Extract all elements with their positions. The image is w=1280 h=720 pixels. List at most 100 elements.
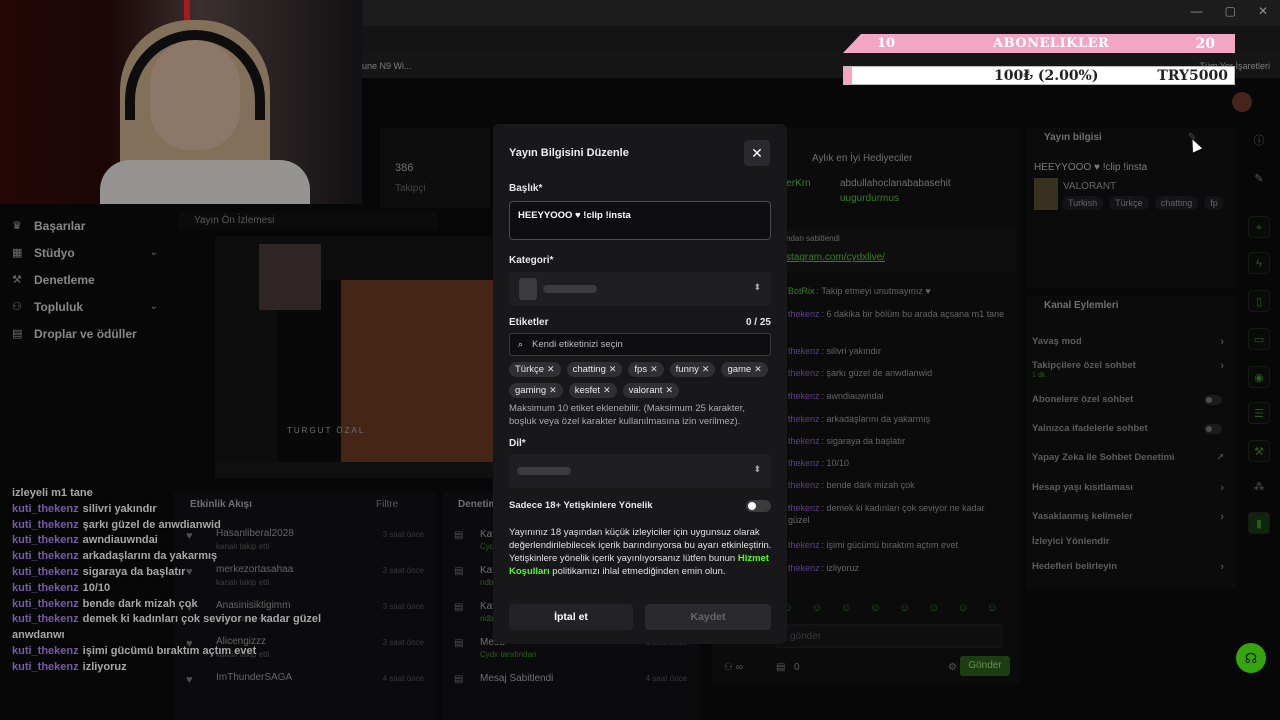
crosshair-icon[interactable]: ⌖ bbox=[1248, 216, 1270, 238]
channel-action-row[interactable]: Abonelere özel sohbet bbox=[1032, 394, 1230, 405]
nav-item-label: Droplar ve ödüller bbox=[34, 326, 137, 341]
feed-filter[interactable]: Filtre bbox=[376, 499, 398, 510]
overlay-chat-user: kuti_thekenz bbox=[12, 644, 79, 657]
channel-action-row[interactable]: Yalnızca ifadelerle sohbet bbox=[1032, 423, 1230, 434]
list-icon[interactable]: ☰ bbox=[1248, 402, 1270, 424]
remove-tag-icon[interactable]: ✕ bbox=[754, 364, 762, 374]
emote-icon[interactable]: ☺ bbox=[811, 602, 822, 614]
chat-username[interactable]: thekenz bbox=[788, 563, 820, 573]
nav-item[interactable]: ⚇ Topluluk ⌄ bbox=[0, 293, 170, 320]
stream-info-title: Yayın bilgisi bbox=[1044, 132, 1102, 143]
chat-username[interactable]: thekenz bbox=[788, 414, 820, 424]
pinned-url[interactable]: stagram.com/cydxlive/ bbox=[786, 252, 885, 263]
follower-count: 386 bbox=[395, 162, 414, 174]
toggle-switch[interactable] bbox=[1204, 424, 1222, 434]
tag-chip-label: game bbox=[727, 364, 752, 375]
chat-text: : bende dark mizah çok bbox=[821, 480, 915, 490]
chat-username[interactable]: thekenz bbox=[788, 480, 820, 490]
users-icon[interactable]: ⚇ ∞ bbox=[724, 662, 743, 673]
nav-item[interactable]: ⚒ Denetleme bbox=[0, 266, 170, 293]
channel-action-row[interactable]: Yapay Zeka ile Sohbet Denetimi ↗ bbox=[1032, 452, 1230, 463]
bookmark-item[interactable]: une N9 Wi... bbox=[362, 61, 412, 71]
category-select[interactable]: ⬍ bbox=[509, 272, 771, 306]
stream-info-stream-title: HEEYYOOO ♥ !clip !insta bbox=[1034, 162, 1148, 173]
remove-tag-icon[interactable]: ✕ bbox=[665, 385, 673, 395]
chat-input[interactable]: j gönder bbox=[776, 624, 1002, 648]
title-input[interactable]: HEEYYOOO ♥ !clip !insta bbox=[509, 201, 771, 240]
adult-label: Sadece 18+ Yetişkinlere Yönelik bbox=[509, 500, 653, 511]
sub-goal-current: 10 bbox=[877, 36, 896, 51]
minimize-icon[interactable]: — bbox=[1191, 4, 1203, 18]
channel-action-row[interactable]: Yavaş mod › bbox=[1032, 336, 1230, 348]
emote-icon[interactable]: ☺ bbox=[957, 602, 968, 614]
gifter-2: uugurdurmus bbox=[840, 193, 899, 204]
language-select[interactable]: ⬍ bbox=[509, 454, 771, 488]
chat-username[interactable]: thekenz bbox=[788, 540, 820, 550]
nav-item[interactable]: ♛ Başarılar bbox=[0, 212, 170, 239]
app-icon[interactable]: ▮ bbox=[1248, 512, 1270, 534]
remove-tag-icon[interactable]: ✕ bbox=[609, 364, 617, 374]
chat-username[interactable]: thekenz bbox=[788, 309, 820, 319]
nav-item-label: Topluluk bbox=[34, 299, 84, 314]
channel-action-row[interactable]: Hedefleri belirleyin › bbox=[1032, 561, 1230, 573]
chat-text: : işimi gücümü bıraktım açtım evet bbox=[821, 540, 959, 550]
channel-action-row[interactable]: Takipçilere özel sohbet 1 dk. › bbox=[1032, 360, 1230, 379]
pinned-message[interactable]: ndan sabitlendi stagram.com/cydxlive/ bbox=[772, 228, 1016, 272]
save-button[interactable]: Kaydet bbox=[645, 604, 771, 630]
tag-search-input[interactable]: ⌕ Kendi etiketinizi seçin bbox=[509, 333, 771, 356]
emote-icon[interactable]: ☺ bbox=[987, 602, 998, 614]
wrench-icon[interactable]: ⚒ bbox=[1248, 440, 1270, 462]
close-window-icon[interactable]: ✕ bbox=[1258, 4, 1268, 18]
chat-username[interactable]: thekenz bbox=[788, 458, 820, 468]
pencil-icon[interactable]: ✎ bbox=[1248, 168, 1270, 190]
cancel-button[interactable]: İptal et bbox=[509, 604, 633, 630]
adult-desc-text-end: politikamızı ihlal etmediğinden emin olu… bbox=[549, 566, 726, 577]
channel-action-row[interactable]: İzleyici Yönlendir bbox=[1032, 536, 1230, 547]
maximize-icon[interactable]: ▢ bbox=[1225, 4, 1236, 18]
avatar[interactable] bbox=[1232, 92, 1252, 112]
channel-action-row[interactable]: Hesap yaşı kısıtlaması › bbox=[1032, 482, 1230, 494]
dots-icon[interactable]: ⁂ bbox=[1248, 476, 1270, 498]
info-icon[interactable]: ⓘ bbox=[1248, 130, 1270, 152]
send-button[interactable]: Gönder bbox=[960, 656, 1010, 676]
chat-username[interactable]: thekenz bbox=[788, 391, 820, 401]
nav-item[interactable]: ▤ Droplar ve ödüller bbox=[0, 320, 170, 347]
chat-username[interactable]: thekenz bbox=[788, 436, 820, 446]
emote-icon[interactable]: ☺ bbox=[840, 602, 851, 614]
help-button[interactable]: ☊ bbox=[1236, 643, 1266, 673]
overlay-chat-line: kuti_thekenz bende dark mizah çok bbox=[12, 597, 352, 613]
toggle-switch[interactable] bbox=[1204, 395, 1222, 405]
nav-item[interactable]: ▦ Stüdyo ⌄ bbox=[0, 239, 170, 266]
chat-username[interactable]: thekenz bbox=[788, 368, 820, 378]
stream-preview[interactable]: TURGUT ÖZAL bbox=[215, 236, 495, 478]
emote-icon[interactable]: ☺ bbox=[928, 602, 939, 614]
chat-icon[interactable]: ▭ bbox=[1248, 328, 1270, 350]
lightning-icon[interactable]: ϟ bbox=[1248, 252, 1270, 274]
channel-action-row[interactable]: Yasaklanmış kelimeler › bbox=[1032, 511, 1230, 523]
chevron-right-icon: › bbox=[1220, 360, 1224, 372]
feed-item-time: 3 saat önce bbox=[382, 602, 424, 611]
emote-icon[interactable]: ☺ bbox=[870, 602, 881, 614]
remove-tag-icon[interactable]: ✕ bbox=[547, 364, 555, 374]
close-icon[interactable]: ✕ bbox=[744, 140, 770, 166]
chat-text: : şarkı güzel de anwdianwid bbox=[821, 368, 933, 378]
gift-icon[interactable]: ▤ bbox=[776, 662, 785, 673]
remove-tag-icon[interactable]: ✕ bbox=[603, 385, 611, 395]
gear-icon[interactable]: ⚙ bbox=[948, 662, 957, 673]
remove-tag-icon[interactable]: ✕ bbox=[549, 385, 557, 395]
document-icon[interactable]: ▯ bbox=[1248, 290, 1270, 312]
broadcast-icon[interactable]: ◉ bbox=[1248, 366, 1270, 388]
adult-desc-text: Yayınınız 18 yaşından küçük izleyiciler … bbox=[509, 527, 772, 564]
top-gifters-title: Aylık en İyi Hediyeciler bbox=[812, 153, 913, 164]
edit-stream-info-modal: Yayın Bilgisini Düzenle ✕ Başlık* HEEYYO… bbox=[493, 124, 787, 644]
emote-icon[interactable]: ☺ bbox=[899, 602, 910, 614]
channel-action-label: Yapay Zeka ile Sohbet Denetimi bbox=[1032, 452, 1175, 463]
chat-username[interactable]: thekenz bbox=[788, 503, 820, 513]
adult-toggle[interactable] bbox=[746, 500, 771, 512]
chat-username[interactable]: BotRix bbox=[788, 286, 815, 296]
remove-tag-icon[interactable]: ✕ bbox=[650, 364, 658, 374]
tags-label: Etiketler bbox=[509, 317, 549, 328]
chevron-updown-icon: ⬍ bbox=[753, 282, 761, 292]
chat-username[interactable]: thekenz bbox=[788, 346, 820, 356]
remove-tag-icon[interactable]: ✕ bbox=[702, 364, 710, 374]
